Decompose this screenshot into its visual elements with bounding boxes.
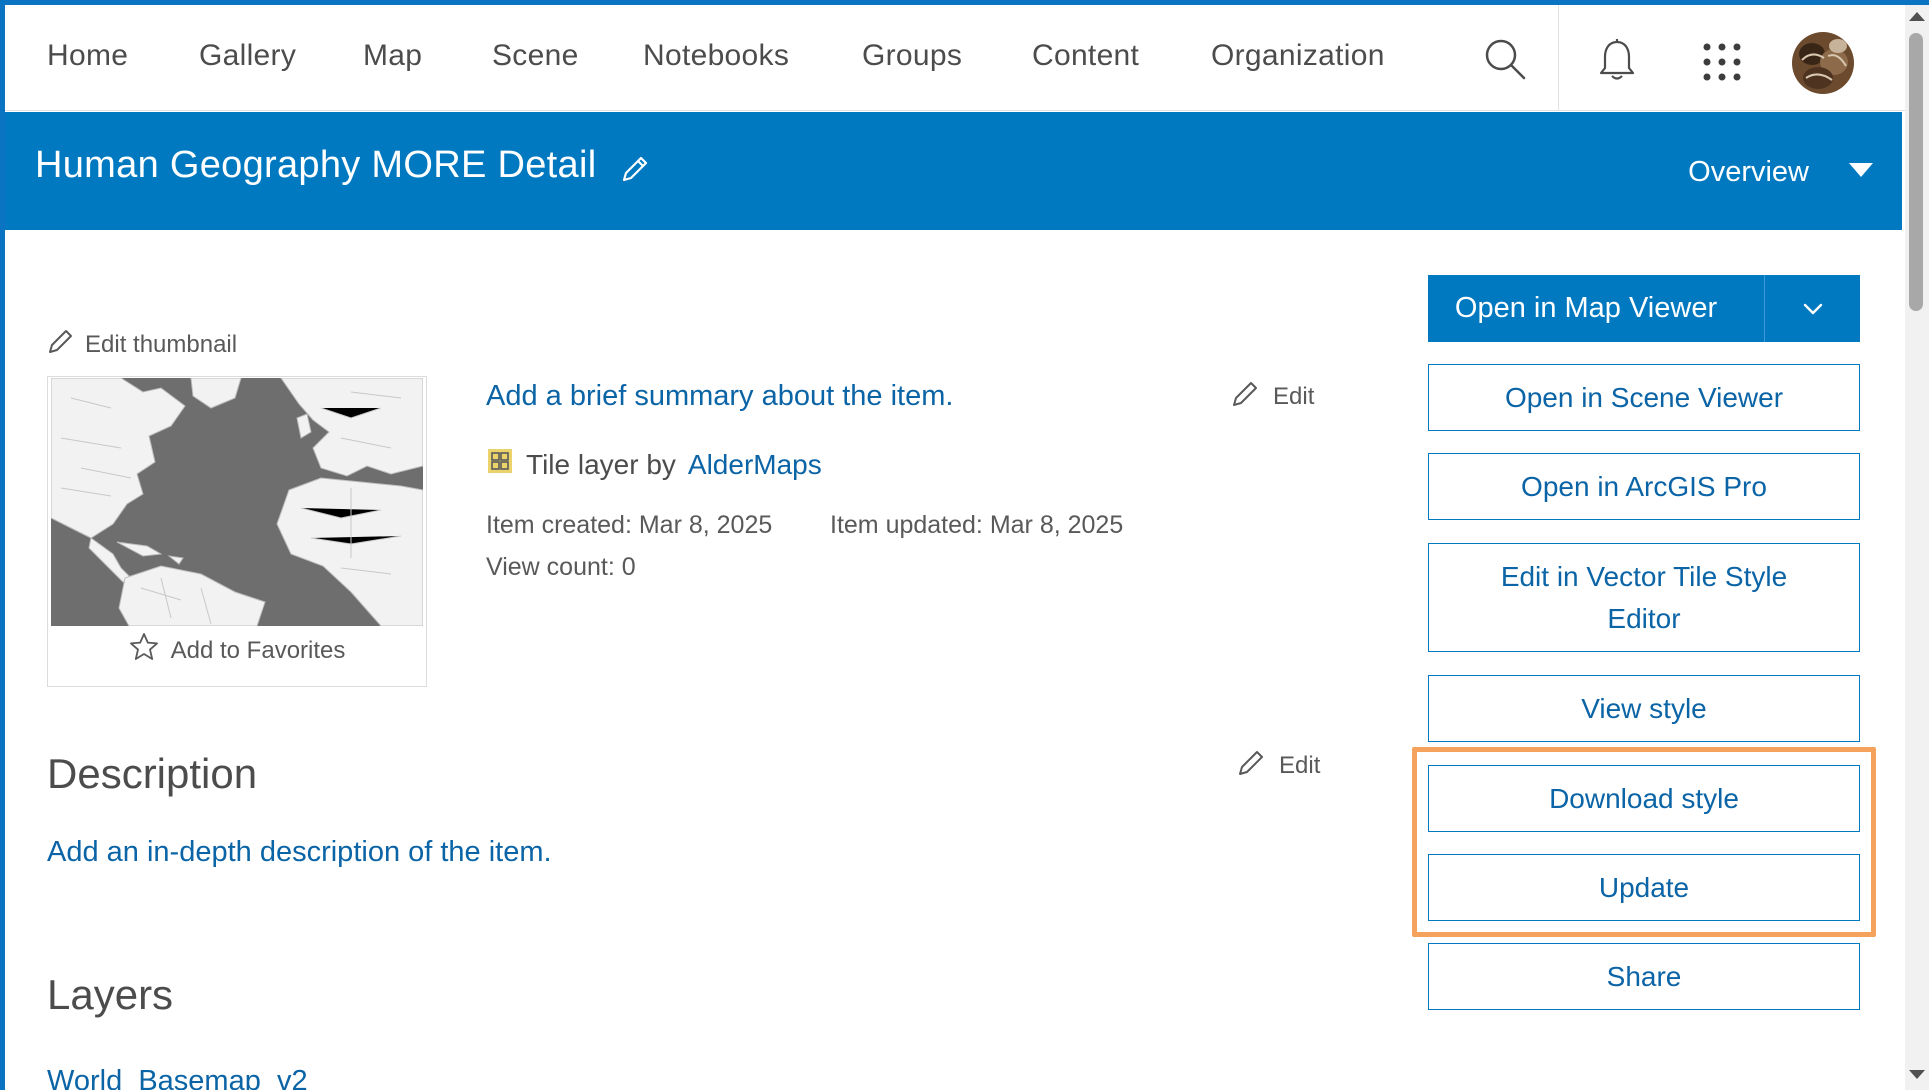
- nav-organization[interactable]: Organization: [1211, 39, 1385, 73]
- open-in-map-viewer-button[interactable]: Open in Map Viewer: [1428, 275, 1860, 342]
- add-to-favorites-button[interactable]: Add to Favorites: [48, 632, 426, 669]
- item-created: Item created: Mar 8, 2025: [486, 511, 773, 539]
- summary-link[interactable]: Add a brief summary about the item.: [486, 380, 953, 413]
- pencil-icon: [1237, 747, 1267, 784]
- nav-home[interactable]: Home: [47, 39, 128, 73]
- nav-content[interactable]: Content: [1032, 39, 1139, 73]
- star-icon: [129, 632, 159, 669]
- nav-notebooks[interactable]: Notebooks: [643, 39, 789, 73]
- user-avatar[interactable]: [1792, 32, 1854, 94]
- caret-down-icon[interactable]: [1848, 162, 1874, 183]
- map-thumbnail-image: [51, 378, 423, 626]
- update-button[interactable]: Update: [1428, 854, 1860, 921]
- owner-link[interactable]: AlderMaps: [688, 449, 822, 481]
- view-style-button[interactable]: View style: [1428, 675, 1860, 742]
- open-in-map-viewer-label[interactable]: Open in Map Viewer: [1428, 275, 1764, 342]
- layer-link[interactable]: World_Basemap_v2: [47, 1065, 308, 1090]
- edit-thumbnail-link[interactable]: Edit thumbnail: [47, 327, 237, 362]
- edit-summary-label: Edit: [1273, 382, 1315, 410]
- pencil-icon: [1231, 378, 1261, 415]
- scroll-down-arrow-icon[interactable]: [1909, 1070, 1925, 1079]
- search-icon[interactable]: [1483, 37, 1527, 86]
- scroll-up-arrow-icon[interactable]: [1909, 12, 1925, 21]
- open-in-arcgis-pro-button[interactable]: Open in ArcGIS Pro: [1428, 453, 1860, 520]
- view-count: View count: 0: [486, 553, 636, 581]
- item-type-label: Tile layer by: [526, 448, 676, 480]
- add-to-favorites-label: Add to Favorites: [170, 636, 346, 664]
- nav-groups[interactable]: Groups: [862, 39, 962, 73]
- description-placeholder-link[interactable]: Add an in-depth description of the item.: [47, 836, 552, 869]
- nav-gallery[interactable]: Gallery: [199, 39, 296, 73]
- nav-scene[interactable]: Scene: [492, 39, 579, 73]
- chevron-down-icon[interactable]: [1764, 275, 1860, 342]
- share-button[interactable]: Share: [1428, 943, 1860, 1010]
- pencil-icon: [47, 327, 75, 362]
- tile-layer-icon: [486, 447, 514, 482]
- description-heading: Description: [47, 750, 258, 797]
- item-header-band: Human Geography MORE Detail Overview: [5, 112, 1902, 230]
- scrollbar-thumb[interactable]: [1909, 33, 1923, 311]
- download-style-button[interactable]: Download style: [1428, 765, 1860, 832]
- bell-icon[interactable]: [1598, 38, 1636, 87]
- item-type-line: Tile layer by AlderMaps: [486, 447, 822, 482]
- nav-divider: [1558, 5, 1559, 111]
- layers-heading: Layers: [47, 971, 174, 1018]
- edit-in-vector-tile-style-editor-button[interactable]: Edit in Vector Tile Style Editor: [1428, 543, 1860, 652]
- edit-thumbnail-label: Edit thumbnail: [85, 330, 238, 358]
- item-updated: Item updated: Mar 8, 2025: [830, 511, 1124, 539]
- edit-description-link[interactable]: Edit: [1237, 747, 1320, 784]
- edit-summary-link[interactable]: Edit: [1231, 378, 1314, 415]
- app-launcher-icon[interactable]: [1702, 42, 1742, 87]
- nav-map[interactable]: Map: [363, 39, 422, 73]
- open-in-scene-viewer-button[interactable]: Open in Scene Viewer: [1428, 364, 1860, 431]
- edit-title-pencil-icon[interactable]: [620, 154, 650, 189]
- view-selector[interactable]: Overview: [1688, 156, 1809, 189]
- edit-description-label: Edit: [1279, 751, 1321, 779]
- item-title: Human Geography MORE Detail: [35, 144, 597, 186]
- thumbnail-card: Add to Favorites: [47, 376, 427, 687]
- top-navigation: Home Gallery Map Scene Notebooks Groups …: [5, 5, 1905, 111]
